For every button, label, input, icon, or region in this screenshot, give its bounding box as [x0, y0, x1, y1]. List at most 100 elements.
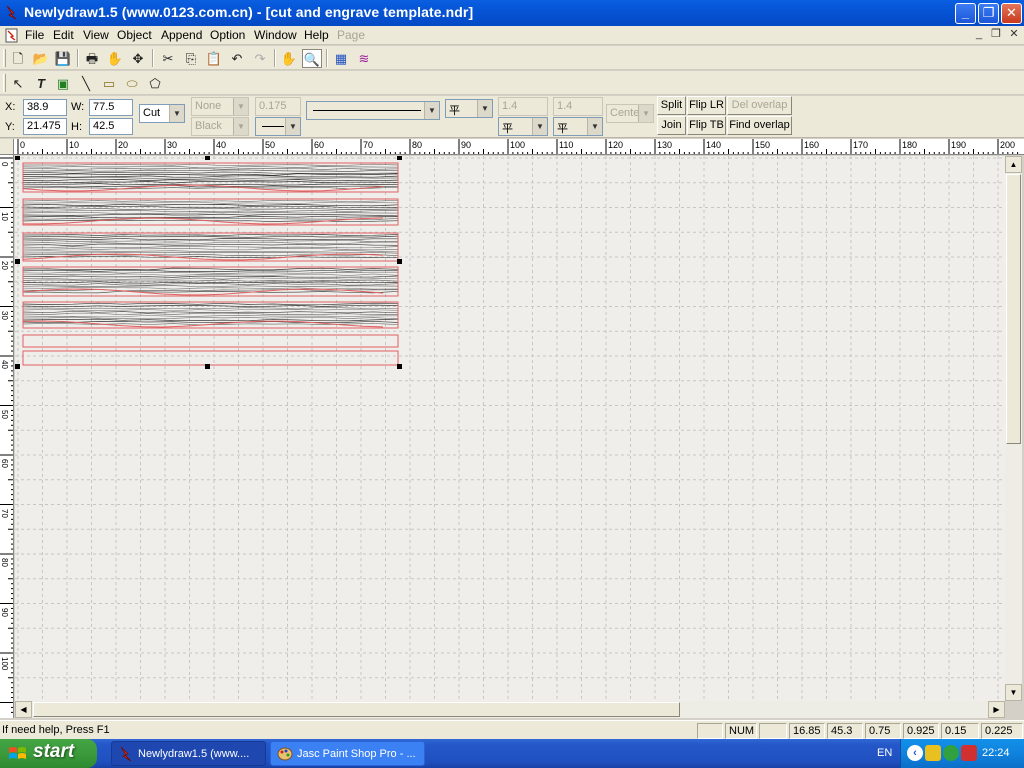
chevron-down-icon[interactable]: ▼ [587, 118, 602, 135]
language-indicator[interactable]: EN [877, 747, 892, 759]
open-folder-icon[interactable]: 📂 [31, 49, 51, 68]
task-newlydraw[interactable]: Newlydraw1.5 (www.... [111, 741, 266, 766]
curves-icon[interactable]: ≋ [354, 49, 374, 68]
menu-edit[interactable]: Edit [53, 28, 74, 42]
horizontal-ruler[interactable]: 0 10 20 30 40 50 60 70 80 90 100 110 120 130 140 150 160… [14, 139, 1024, 155]
mdi-close-button[interactable]: ✕ [1006, 28, 1022, 42]
find-overlap-button[interactable]: Find overlap [727, 116, 792, 135]
menu-object[interactable]: Object [117, 28, 152, 42]
chevron-down-icon[interactable]: ▼ [285, 118, 300, 135]
del-overlap-button[interactable]: Del overlap [727, 96, 792, 115]
flip-lr-button[interactable]: Flip LR [687, 96, 726, 115]
zoom-icon[interactable]: 🔍 [302, 49, 322, 68]
vertical-scroll-thumb[interactable] [1006, 174, 1021, 444]
selection-handle[interactable] [205, 364, 210, 369]
antivirus-icon[interactable] [961, 745, 977, 761]
print-preview-icon[interactable]: ✋ [105, 49, 125, 68]
chevron-down-icon[interactable]: ▼ [233, 118, 248, 135]
new-file-icon[interactable]: 🗋 [8, 49, 28, 68]
chevron-down-icon[interactable]: ▼ [532, 118, 547, 135]
paste-icon[interactable]: 📋 [204, 49, 224, 68]
mdi-minimize-button[interactable]: _ [971, 28, 987, 42]
menu-help[interactable]: Help [304, 28, 329, 42]
value2-field[interactable]: 1.4 [553, 97, 603, 116]
chevron-down-icon[interactable]: ▼ [638, 105, 653, 122]
mode-select[interactable]: Cut ▼ [139, 104, 185, 123]
vertical-ruler[interactable]: 0 10 20 30 40 50 60 70 80 90 100 [0, 155, 14, 718]
cut-icon[interactable]: ✂ [158, 49, 178, 68]
selection-handle[interactable] [397, 156, 402, 160]
minimize-button[interactable]: _ [955, 3, 976, 24]
layers-icon[interactable]: ▦ [331, 49, 351, 68]
line-style-select[interactable]: ▼ [255, 117, 301, 136]
scroll-up-icon[interactable]: ▲ [1005, 156, 1022, 173]
horizontal-scroll-thumb[interactable] [33, 702, 680, 717]
start-button[interactable]: start [0, 739, 97, 768]
flip-tb-button[interactable]: Flip TB [687, 116, 726, 135]
toolbar-grip[interactable] [3, 74, 6, 92]
polygon-tool-icon[interactable]: ⬠ [145, 74, 165, 93]
line-type-select[interactable]: ▼ [306, 101, 440, 120]
split-button[interactable]: Split [657, 96, 686, 115]
copy-icon[interactable]: ⎘ [181, 49, 201, 68]
tray-expand-icon[interactable]: ‹ [907, 745, 923, 761]
close-button[interactable]: ✕ [1001, 3, 1022, 24]
select-arrow-icon[interactable]: ↖ [8, 74, 28, 93]
chevron-down-icon[interactable]: ▼ [424, 102, 439, 119]
image-tool-icon[interactable]: ▣ [53, 74, 73, 93]
arrow-start-select[interactable]: 平 ▼ [445, 99, 493, 118]
width-field[interactable]: 77.5 [89, 99, 133, 116]
x-position-field[interactable]: 38.9 [23, 99, 67, 116]
menu-option[interactable]: Option [210, 28, 245, 42]
selection-handle[interactable] [397, 259, 402, 264]
print-icon[interactable]: 🖶 [82, 49, 102, 68]
scroll-down-icon[interactable]: ▼ [1005, 684, 1022, 701]
selection-handle[interactable] [397, 364, 402, 369]
document-icon[interactable] [5, 28, 19, 43]
selection-handle[interactable] [15, 156, 20, 160]
engrave-strip[interactable] [22, 334, 399, 348]
redo-icon[interactable]: ↷ [250, 49, 270, 68]
vertical-scrollbar[interactable]: ▲ ▼ [1005, 156, 1022, 701]
move-icon[interactable]: ✥ [128, 49, 148, 68]
toolbar-grip[interactable] [3, 49, 6, 67]
selection-handle[interactable] [15, 364, 20, 369]
scroll-left-icon[interactable]: ◀ [15, 701, 32, 718]
undo-icon[interactable]: ↶ [227, 49, 247, 68]
rectangle-tool-icon[interactable]: ▭ [99, 74, 119, 93]
ellipse-tool-icon[interactable]: ⬭ [122, 74, 142, 93]
mdi-restore-button[interactable]: ❐ [988, 28, 1004, 42]
chevron-down-icon[interactable]: ▼ [169, 105, 184, 122]
fill-select[interactable]: None ▼ [191, 97, 249, 116]
align-select[interactable]: Cente ▼ [606, 104, 654, 123]
y-position-field[interactable]: 21.475 [23, 118, 67, 135]
horizontal-scrollbar[interactable]: ◀ ▶ [15, 701, 1005, 718]
save-icon[interactable]: 💾 [53, 49, 73, 68]
value1-field[interactable]: 1.4 [498, 97, 548, 116]
selection-handle[interactable] [205, 156, 210, 160]
line-tool-icon[interactable]: ╲ [76, 74, 96, 93]
security-shield-icon[interactable] [925, 745, 941, 761]
text-tool-icon[interactable]: T [31, 74, 51, 93]
title-bar[interactable]: Newlydraw1.5 (www.0123.com.cn) - [cut an… [0, 0, 1024, 26]
arrow-end-select[interactable]: 平 ▼ [498, 117, 548, 136]
task-paint-shop-pro[interactable]: Jasc Paint Shop Pro - ... [270, 741, 425, 766]
hand-pan-icon[interactable]: ✋ [279, 49, 299, 68]
menu-window[interactable]: Window [254, 28, 297, 42]
menu-view[interactable]: View [83, 28, 109, 42]
selection-handle[interactable] [15, 259, 20, 264]
network-icon[interactable] [943, 745, 959, 761]
join-button[interactable]: Join [657, 116, 686, 135]
restore-button[interactable]: ❐ [978, 3, 999, 24]
menu-page[interactable]: Page [337, 28, 365, 42]
engrave-strip[interactable] [22, 301, 399, 329]
scroll-right-icon[interactable]: ▶ [988, 701, 1005, 718]
cap-style-select[interactable]: 平 ▼ [553, 117, 603, 136]
engrave-strip[interactable] [22, 162, 399, 193]
line-width-field[interactable]: 0.175 [255, 97, 301, 116]
chevron-down-icon[interactable]: ▼ [477, 100, 492, 117]
height-field[interactable]: 42.5 [89, 118, 133, 135]
drawing-canvas[interactable] [15, 156, 1005, 701]
menu-file[interactable]: File [25, 28, 44, 42]
color-select[interactable]: Black ▼ [191, 117, 249, 136]
